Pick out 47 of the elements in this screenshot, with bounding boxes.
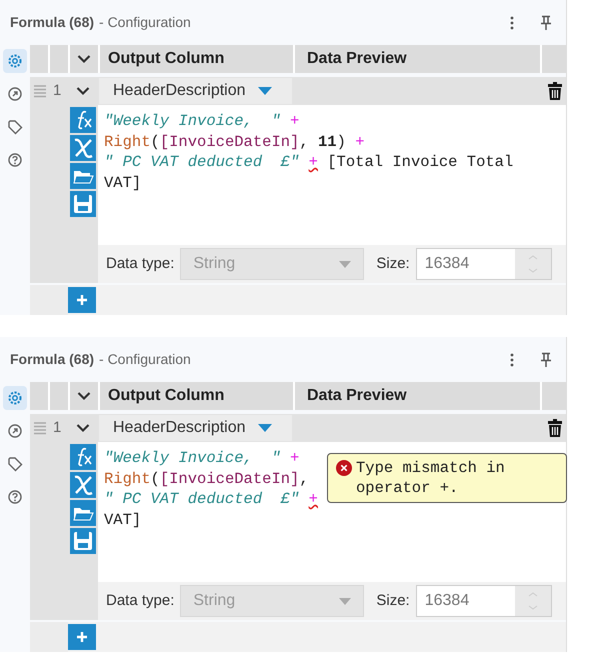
pin-icon[interactable] — [540, 352, 552, 368]
panel-title: Formula (68) — [10, 13, 94, 32]
add-button[interactable] — [68, 624, 96, 652]
column-header: Output Column — [100, 382, 293, 410]
gear-icon[interactable] — [3, 49, 27, 73]
caret-icon — [258, 87, 272, 95]
drag-handle-icon[interactable] — [33, 421, 47, 435]
function-icon[interactable] — [70, 107, 96, 133]
column-header: Data Preview — [295, 382, 540, 410]
folder-icon[interactable] — [70, 500, 96, 526]
chevron-icon[interactable] — [77, 54, 91, 64]
save-icon[interactable] — [70, 191, 96, 217]
trash-icon[interactable] — [547, 418, 563, 438]
caret-icon — [339, 260, 352, 268]
trash-icon[interactable] — [547, 81, 563, 101]
size-label: Size: — [376, 254, 410, 274]
panel-subtitle: - Configuration — [99, 13, 191, 32]
gear-icon[interactable] — [3, 386, 27, 410]
more-icon[interactable] — [510, 352, 514, 366]
row-number: 1 — [53, 80, 62, 101]
more-icon[interactable] — [510, 16, 514, 30]
row-number: 1 — [53, 418, 62, 438]
caret-icon — [258, 424, 272, 432]
function-icon[interactable] — [70, 444, 96, 470]
variable-icon[interactable] — [70, 135, 96, 161]
size-field[interactable]: 16384 — [416, 248, 552, 280]
chevron-icon[interactable] — [77, 391, 91, 401]
column-header: Data Preview — [295, 45, 540, 73]
folder-icon[interactable] — [70, 163, 96, 189]
panel-title: Formula (68) — [10, 350, 94, 369]
size-field[interactable]: 16384 — [416, 585, 552, 617]
error-message: Type mismatch in operator +. — [356, 458, 506, 498]
data-type-label: Data type: — [106, 254, 174, 274]
formula-editor[interactable]: "Weekly Invoice, " + Right([InvoiceDateIn], 11) + " PC VAT deducted £" + [Total Invoice Total VAT] — [98, 105, 566, 245]
add-button[interactable] — [68, 287, 96, 315]
pin-icon[interactable] — [540, 14, 552, 30]
panel-subtitle: - Configuration — [99, 350, 191, 369]
data-type-label: Data type: — [106, 590, 174, 611]
save-icon[interactable] — [70, 528, 96, 554]
output-column-dropdown[interactable]: HeaderDescription — [99, 78, 292, 104]
caret-icon — [339, 598, 352, 604]
error-icon — [336, 460, 352, 476]
variable-icon[interactable] — [70, 472, 96, 498]
column-header: Output Column — [100, 45, 293, 73]
drag-handle-icon[interactable] — [33, 84, 47, 98]
size-label: Size: — [376, 590, 410, 611]
output-column-dropdown[interactable]: HeaderDescription — [99, 415, 292, 441]
